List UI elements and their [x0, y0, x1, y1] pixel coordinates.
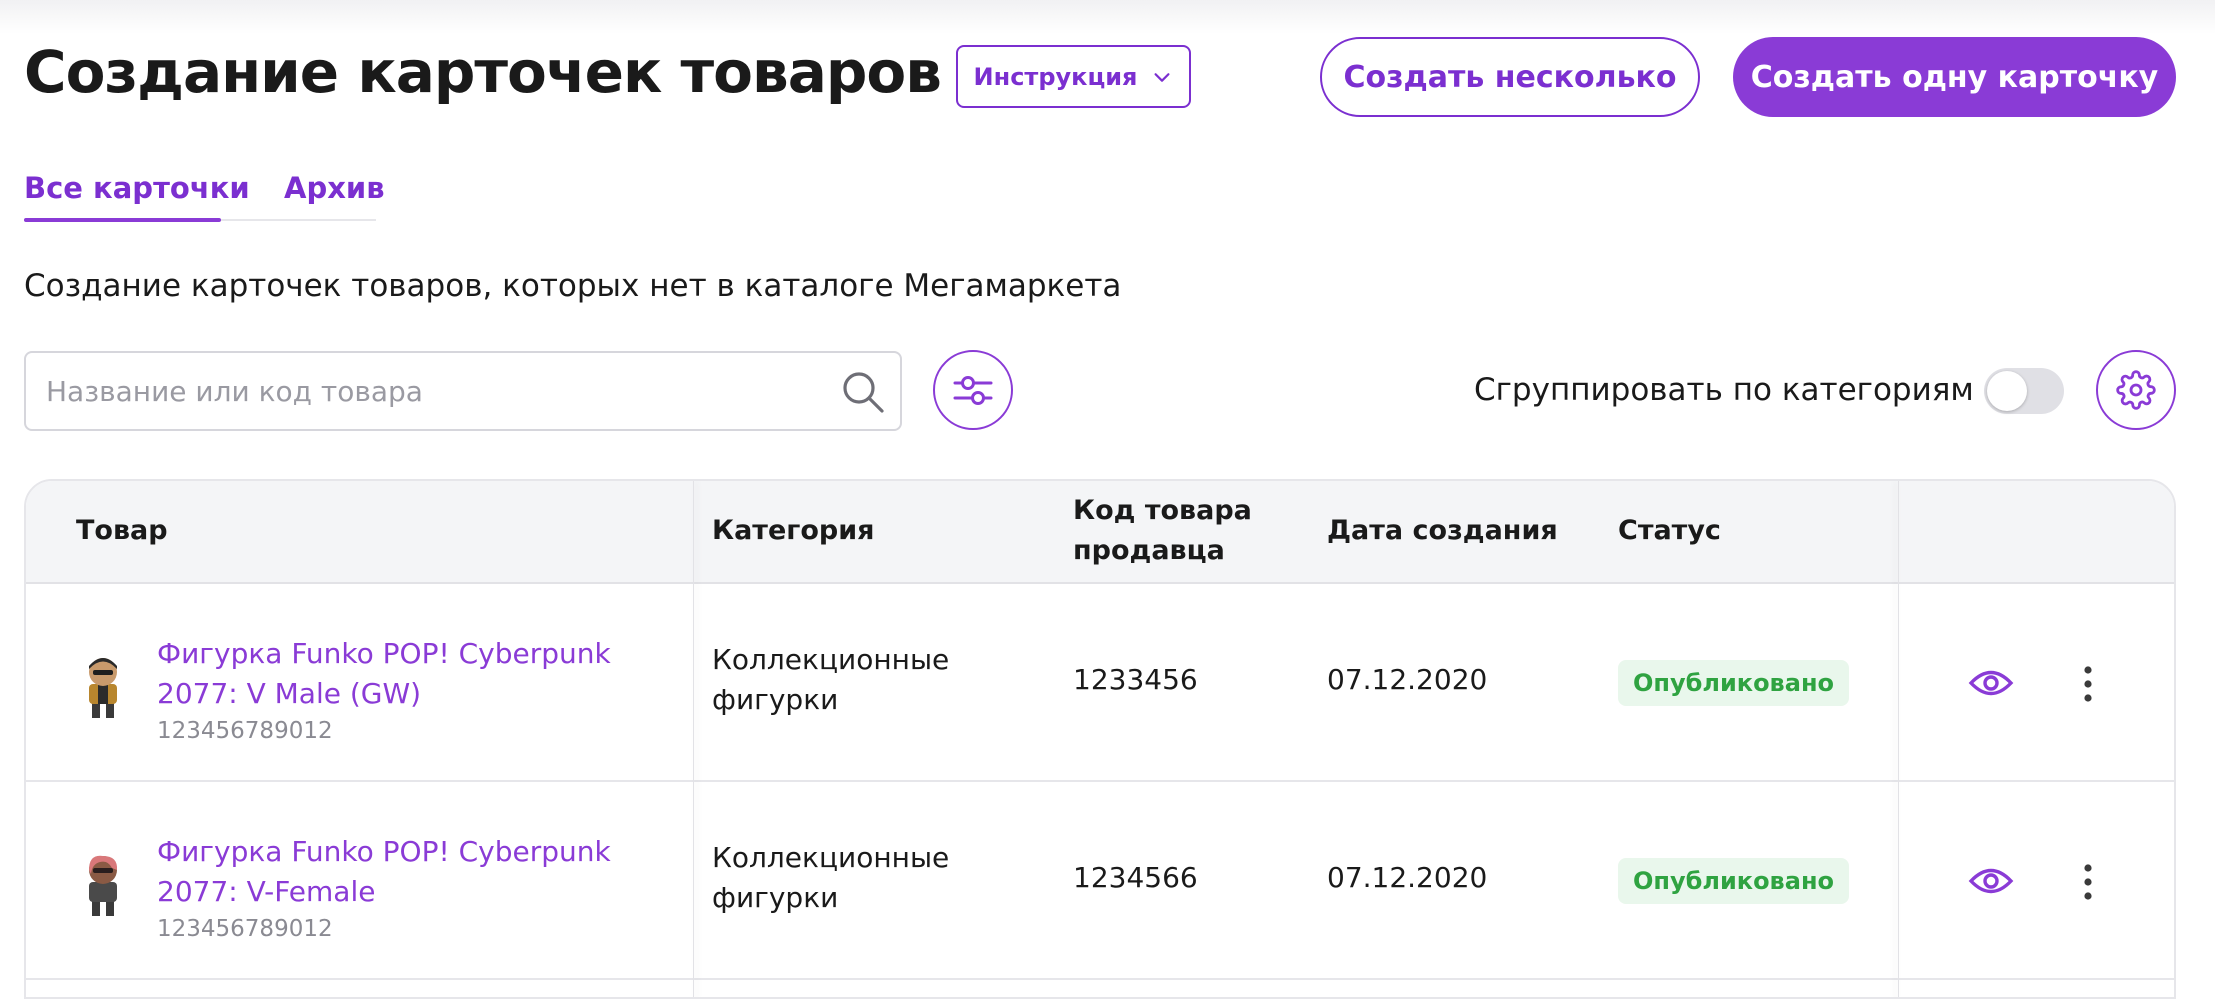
search-input[interactable] [46, 353, 826, 429]
page-title: Создание карточек товаров [24, 38, 942, 106]
tabs: Все карточки Архив [24, 165, 385, 222]
top-fade [0, 0, 2215, 34]
category-cell: Коллекционные фигурки [712, 841, 950, 914]
toggle-knob [1987, 371, 2027, 411]
created-date-cell: 07.12.2020 [1327, 861, 1488, 894]
product-link[interactable]: Фигурка Funko POP! Cyberpunk 2077: V-Fem… [157, 832, 627, 912]
group-by-category-label: Сгруппировать по категориям [1474, 372, 1974, 408]
settings-button[interactable] [2096, 350, 2176, 430]
filter-button[interactable] [933, 350, 1013, 430]
search-icon[interactable] [840, 369, 886, 415]
create-one-button[interactable]: Создать одну карточку [1733, 37, 2176, 117]
table-row: Фигурка Funko POP! Cyberpunk 2077: V-Fem… [26, 782, 2174, 980]
table-row: Фигурка Funko POP! Cyberpunk 2077: V Mal… [26, 584, 2174, 782]
column-product[interactable]: Товар [76, 511, 168, 551]
category-cell: Коллекционные фигурки [712, 643, 950, 716]
created-date-cell: 07.12.2020 [1327, 663, 1488, 696]
more-vertical-icon[interactable] [2076, 862, 2100, 902]
sticky-column-divider-left [693, 481, 694, 997]
product-thumbnail [89, 855, 118, 916]
gear-icon [2116, 370, 2156, 410]
page-subtitle: Создание карточек товаров, которых нет в… [24, 268, 1122, 304]
products-table: Товар Категория Код товара продавца Дата… [24, 479, 2176, 999]
column-status[interactable]: Статус [1618, 511, 1721, 551]
eye-icon[interactable] [1968, 860, 2014, 902]
column-created[interactable]: Дата создания [1327, 511, 1558, 551]
instructions-dropdown[interactable]: Инструкция [956, 45, 1191, 108]
column-seller-code-line2: продавца [1073, 535, 1225, 566]
seller-code-cell: 1233456 [1073, 663, 1198, 696]
product-code: 123456789012 [157, 718, 333, 744]
instructions-label: Инструкция [973, 62, 1138, 91]
table-header: Товар Категория Код товара продавца Дата… [26, 481, 2174, 584]
tab-all-cards[interactable]: Все карточки [24, 171, 250, 205]
search-field [24, 351, 902, 431]
active-tab-indicator [24, 218, 221, 222]
status-badge: Опубликовано [1618, 660, 1850, 706]
seller-code-cell: 1234566 [1073, 861, 1198, 894]
column-seller-code[interactable]: Код товара продавца [1073, 491, 1252, 571]
column-category[interactable]: Категория [712, 511, 875, 551]
more-vertical-icon[interactable] [2076, 664, 2100, 704]
group-by-category-toggle[interactable] [1984, 368, 2064, 414]
product-link[interactable]: Фигурка Funko POP! Cyberpunk 2077: V Mal… [157, 634, 627, 714]
product-thumbnail [89, 658, 117, 718]
eye-icon[interactable] [1968, 662, 2014, 704]
sliders-icon [953, 376, 993, 405]
chevron-down-icon [1154, 72, 1170, 82]
product-code: 123456789012 [157, 916, 333, 942]
status-badge: Опубликовано [1618, 858, 1850, 904]
sticky-column-divider-right [1898, 481, 1899, 997]
column-seller-code-line1: Код товара [1073, 495, 1252, 526]
create-many-button[interactable]: Создать несколько [1320, 37, 1700, 117]
tab-archive[interactable]: Архив [284, 171, 385, 205]
